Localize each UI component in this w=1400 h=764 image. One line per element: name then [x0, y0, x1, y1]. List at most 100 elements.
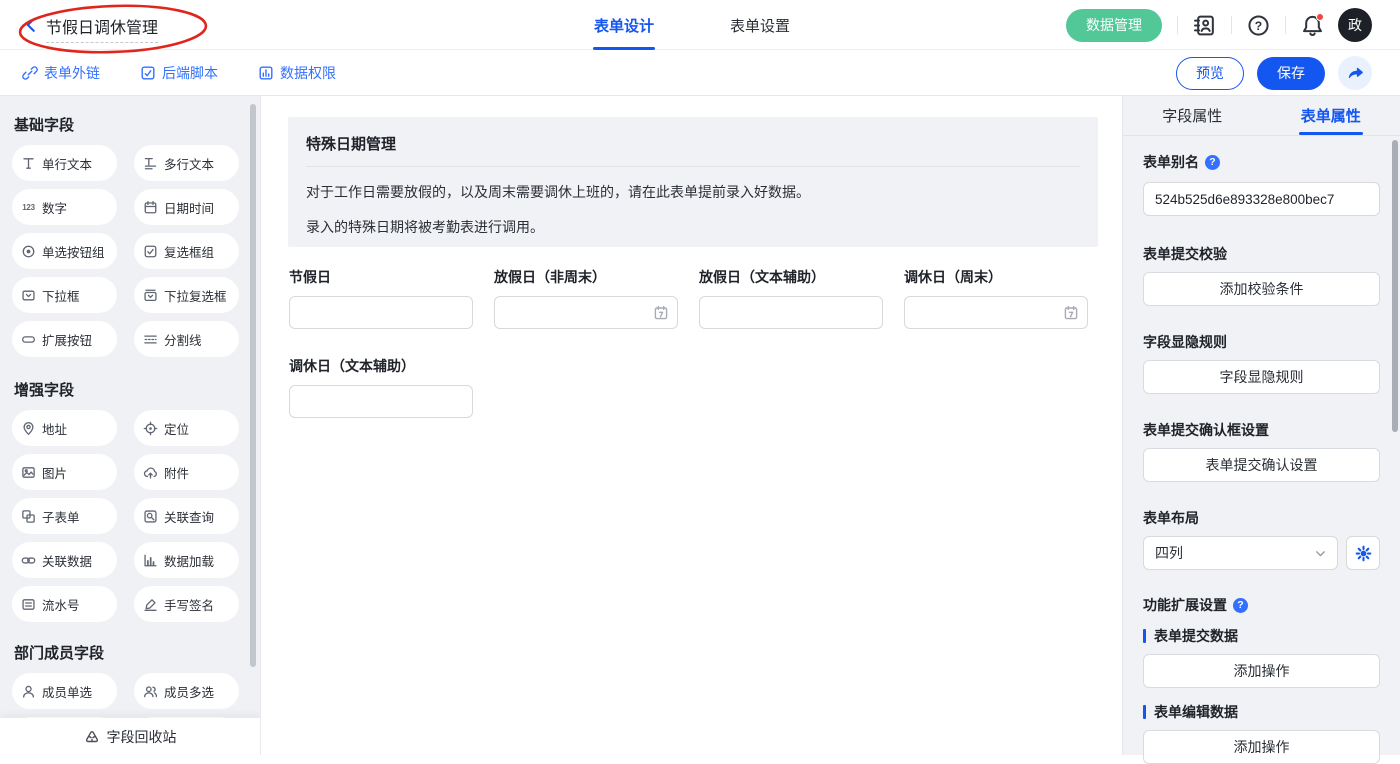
edit-data-group-label: 表单编辑数据: [1143, 702, 1380, 722]
preview-button[interactable]: 预览: [1176, 57, 1244, 90]
single-text-icon: [21, 156, 36, 171]
share-button[interactable]: [1338, 56, 1372, 90]
contacts-icon[interactable]: [1193, 14, 1216, 37]
field-label: 调休日（周末）: [904, 267, 1089, 287]
recycle-icon: [84, 729, 100, 745]
serial-icon: [21, 597, 36, 612]
field-dayoff-nonweekend[interactable]: 放假日（非周末）: [494, 267, 679, 329]
field-item-member-single[interactable]: 成员单选: [12, 673, 117, 709]
field-item-attachment[interactable]: 附件: [134, 454, 239, 490]
data-manage-button[interactable]: 数据管理: [1066, 9, 1162, 42]
active-tab-underline: [1299, 132, 1363, 135]
field-item-signature[interactable]: 手写签名: [134, 586, 239, 622]
tab-form-settings-label: 表单设置: [730, 15, 790, 36]
field-item-related-data[interactable]: 关联数据: [12, 542, 117, 578]
layout-select[interactable]: 四列: [1143, 536, 1338, 570]
checkbox-icon: [143, 244, 158, 259]
field-item-datetime[interactable]: 日期时间: [134, 189, 239, 225]
field-item-multi-text[interactable]: 多行文本: [134, 145, 239, 181]
field-recycle-bin[interactable]: 字段回收站: [0, 718, 260, 755]
save-button[interactable]: 保存: [1257, 57, 1325, 90]
workday-textaid-input[interactable]: [290, 386, 472, 417]
share-icon: [1347, 65, 1364, 82]
submit-confirm-button[interactable]: 表单提交确认设置: [1143, 448, 1380, 482]
field-dayoff-textaid[interactable]: 放假日（文本辅助）: [699, 267, 884, 329]
field-item-location[interactable]: 定位: [134, 410, 239, 446]
data-permission-link-label: 数据权限: [280, 63, 336, 83]
select-icon: [21, 288, 36, 303]
holiday-input[interactable]: [290, 297, 472, 328]
field-item-address[interactable]: 地址: [12, 410, 117, 446]
submit-data-add-button[interactable]: 添加操作: [1143, 654, 1380, 688]
field-item-single-text[interactable]: 单行文本: [12, 145, 117, 181]
help-icon[interactable]: ?: [1247, 14, 1270, 37]
back-icon[interactable]: [22, 16, 40, 34]
number-icon: 123: [21, 200, 36, 215]
field-label: 放假日（非周末）: [494, 267, 679, 287]
workday-weekend-input[interactable]: [905, 297, 1087, 328]
question-icon[interactable]: ?: [1205, 155, 1220, 170]
field-workday-textaid[interactable]: 调休日（文本辅助）: [289, 356, 474, 418]
image-icon: [21, 465, 36, 480]
pen-icon: [143, 597, 158, 612]
panel-scrollbar[interactable]: [1392, 140, 1398, 432]
sidebar-scrollbar[interactable]: [250, 104, 256, 667]
form-external-link[interactable]: 表单外链: [22, 50, 100, 96]
properties-panel: 字段属性 表单属性 表单别名 ? 表单提交校验 添加校验条件 字段显隐规则 字段…: [1122, 96, 1400, 755]
field-item-serial-number[interactable]: 流水号: [12, 586, 117, 622]
field-visibility-button[interactable]: 字段显隐规则: [1143, 360, 1380, 394]
field-label: 调休日（文本辅助）: [289, 356, 474, 376]
add-validation-button[interactable]: 添加校验条件: [1143, 272, 1380, 306]
field-item-number[interactable]: 123数字: [12, 189, 117, 225]
properties-body: 表单别名 ? 表单提交校验 添加校验条件 字段显隐规则 字段显隐规则 表单提交确…: [1123, 136, 1400, 764]
gear-icon: [1355, 545, 1372, 562]
multi-text-icon: [143, 156, 158, 171]
field-item-related-query[interactable]: 关联查询: [134, 498, 239, 534]
form-description-block[interactable]: 特殊日期管理 对于工作日需要放假的，以及周末需要调休上班的，请在此表单提前录入好…: [288, 117, 1098, 247]
dayoff-textaid-input[interactable]: [700, 297, 882, 328]
backend-script-link[interactable]: 后端脚本: [140, 50, 218, 96]
form-design-canvas: 特殊日期管理 对于工作日需要放假的，以及周末需要调休上班的，请在此表单提前录入好…: [260, 96, 1122, 755]
notification-dot: [1316, 13, 1324, 21]
form-layout-label: 表单布局: [1143, 508, 1380, 528]
field-item-image[interactable]: 图片: [12, 454, 117, 490]
field-item-select[interactable]: 下拉框: [12, 277, 117, 313]
calendar-icon: [1063, 305, 1079, 321]
field-item-data-load[interactable]: 数据加载: [134, 542, 239, 578]
data-permission-link[interactable]: 数据权限: [258, 50, 336, 96]
layout-settings-button[interactable]: [1346, 536, 1380, 570]
avatar[interactable]: 政: [1338, 8, 1372, 42]
person-icon: [21, 684, 36, 699]
field-item-divider[interactable]: 分割线: [134, 321, 239, 357]
bell-icon[interactable]: [1301, 14, 1324, 37]
svg-text:?: ?: [1255, 18, 1262, 32]
script-icon: [140, 65, 156, 81]
tab-form-properties[interactable]: 表单属性: [1262, 96, 1400, 135]
field-item-multiselect[interactable]: 下拉复选框: [134, 277, 239, 313]
pin-icon: [21, 421, 36, 436]
dayoff-nonweekend-input[interactable]: [495, 297, 677, 328]
section-title-members: 部门成员字段: [0, 642, 260, 663]
edit-data-add-button[interactable]: 添加操作: [1143, 730, 1380, 764]
tab-form-design-label: 表单设计: [594, 15, 654, 36]
bar-chart-icon: [143, 553, 158, 568]
form-title[interactable]: 节假日调休管理: [46, 14, 158, 43]
form-alias-input[interactable]: [1143, 182, 1380, 216]
field-holiday[interactable]: 节假日: [289, 267, 474, 329]
submit-confirm-label: 表单提交确认框设置: [1143, 420, 1380, 440]
field-item-extend-button[interactable]: 扩展按钮: [12, 321, 117, 357]
field-item-subform[interactable]: 子表单: [12, 498, 117, 534]
field-workday-weekend[interactable]: 调休日（周末）: [904, 267, 1089, 329]
field-item-checkbox-group[interactable]: 复选框组: [134, 233, 239, 269]
field-item-radio-group[interactable]: 单选按钮组: [12, 233, 117, 269]
active-tab-underline: [593, 47, 655, 50]
backend-script-link-label: 后端脚本: [162, 63, 218, 83]
submit-validation-label: 表单提交校验: [1143, 244, 1380, 264]
form-block-title: 特殊日期管理: [306, 133, 1080, 154]
field-item-member-multi[interactable]: 成员多选: [134, 673, 239, 709]
tab-form-settings[interactable]: 表单设置: [730, 0, 790, 50]
question-icon[interactable]: ?: [1233, 598, 1248, 613]
field-label: 节假日: [289, 267, 474, 287]
tab-form-design[interactable]: 表单设计: [594, 0, 654, 50]
tab-field-properties[interactable]: 字段属性: [1123, 96, 1262, 135]
